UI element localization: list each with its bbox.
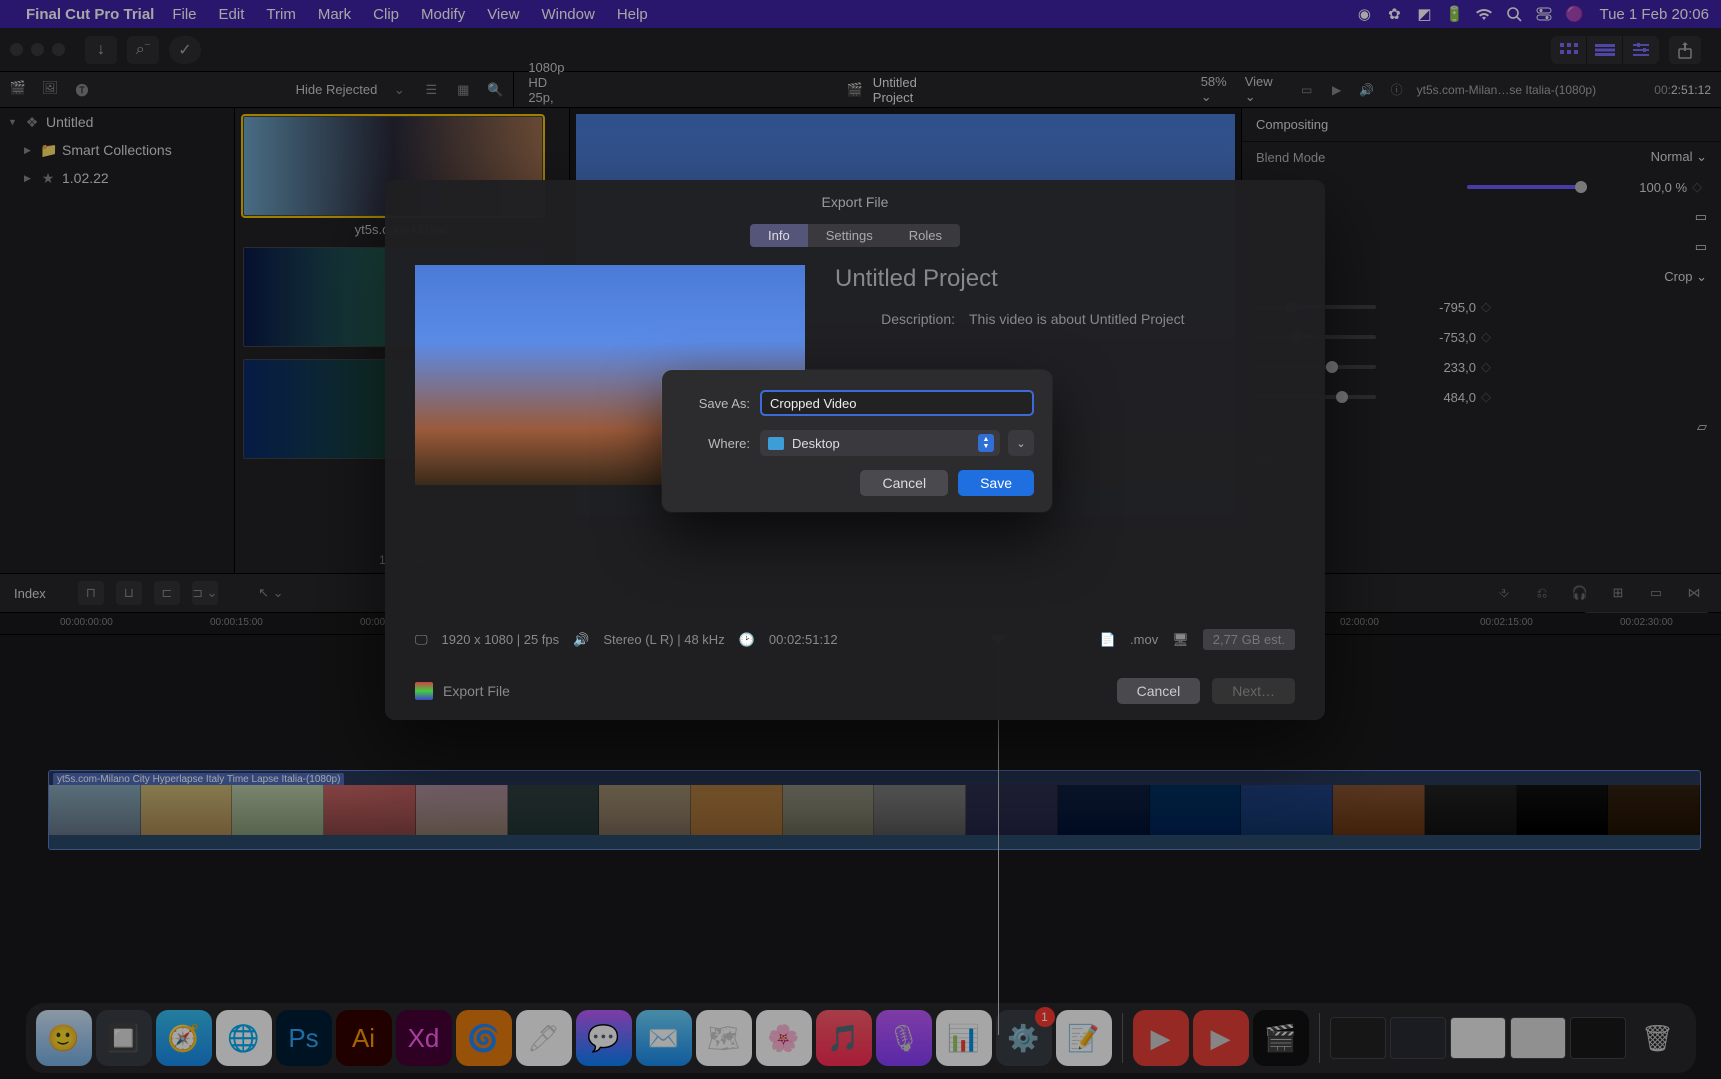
export-title: Export File xyxy=(385,180,1325,216)
export-tab-settings[interactable]: Settings xyxy=(808,224,891,247)
speaker-icon: 🔊 xyxy=(573,632,589,648)
where-label: Where: xyxy=(680,436,750,451)
export-file-estimate: 2,77 GB est. xyxy=(1203,629,1295,650)
export-next-button[interactable]: Next… xyxy=(1212,678,1295,704)
save-confirm-button[interactable]: Save xyxy=(958,470,1034,496)
save-as-label: Save As: xyxy=(680,396,750,411)
folder-icon xyxy=(768,437,784,450)
export-duration: 00:02:51:12 xyxy=(769,632,838,647)
save-as-input[interactable] xyxy=(760,390,1034,416)
save-file-dialog: Save As: Where: Desktop ▲▼ ⌄ Cancel Save xyxy=(662,370,1052,512)
export-cancel-button[interactable]: Cancel xyxy=(1117,678,1201,704)
clock-icon: 🕑 xyxy=(739,632,755,648)
save-cancel-button[interactable]: Cancel xyxy=(860,470,948,496)
export-file-destination-label: Export File xyxy=(415,682,510,700)
export-file-ext: .mov xyxy=(1130,632,1158,647)
export-file-color-icon xyxy=(415,682,433,700)
monitor-icon: 🖵 xyxy=(415,632,428,648)
expand-save-dialog-button[interactable]: ⌄ xyxy=(1008,430,1034,456)
export-tab-info[interactable]: Info xyxy=(750,224,808,247)
export-tabs: Info Settings Roles xyxy=(385,224,1325,247)
where-dropdown[interactable]: Desktop ▲▼ xyxy=(760,430,1000,456)
export-desc-label: Description: xyxy=(835,311,955,327)
export-footer: 🖵 1920 x 1080 | 25 fps 🔊 Stereo (L R) | … xyxy=(415,629,1295,650)
export-desc-value[interactable]: This video is about Untitled Project xyxy=(969,311,1185,327)
updown-arrows-icon: ▲▼ xyxy=(978,434,994,452)
export-tab-roles[interactable]: Roles xyxy=(891,224,960,247)
device-icon: 🖥 xyxy=(1172,632,1189,648)
export-res-fps: 1920 x 1080 | 25 fps xyxy=(442,632,560,647)
export-project-name: Untitled Project xyxy=(835,265,1185,293)
file-icon: 📄 xyxy=(1100,632,1116,648)
export-audio: Stereo (L R) | 48 kHz xyxy=(603,632,724,647)
